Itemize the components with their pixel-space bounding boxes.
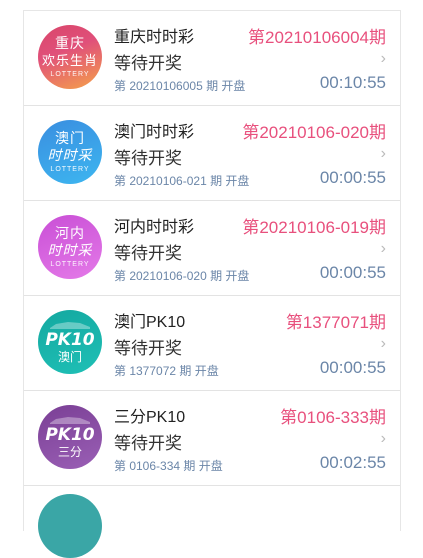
chevron-right-icon: ›: [380, 430, 386, 447]
race-car-icon: [50, 417, 90, 424]
next-draw-label: 第 20210106-020 期 开盘: [114, 269, 250, 283]
lottery-name: 重庆时时彩: [114, 29, 195, 46]
draw-status: 等待开奖: [114, 54, 182, 73]
logo-badge: PK10: [45, 425, 95, 445]
logo-line2: 欢乐生肖: [41, 54, 98, 69]
logo-line3: LOTTERY: [50, 71, 90, 78]
lottery-item-macau-pk10[interactable]: PK10 澳门 澳门PK10 第1377071期 等待开奖 › 第 137707…: [24, 296, 400, 391]
next-draw-label: 第 1377072 期 开盘: [114, 364, 219, 378]
countdown-timer: 00:10:55: [319, 73, 386, 92]
partial-lottery-logo-icon: [38, 494, 102, 558]
macau-ssc-logo-icon: 澳门 时时采 LOTTERY: [38, 120, 102, 184]
current-period: 第1377071期: [285, 313, 386, 332]
countdown-timer: 00:00:55: [319, 358, 386, 377]
countdown-timer: 00:00:55: [319, 168, 386, 187]
logo-line1: 河内: [55, 226, 85, 242]
draw-status: 等待开奖: [114, 149, 182, 168]
logo-sub: 澳门: [57, 350, 82, 364]
lottery-name: 三分PK10: [114, 409, 186, 426]
logo-line1: 重庆: [55, 36, 85, 52]
logo-badge: PK10: [45, 330, 95, 350]
logo-line1: 澳门: [55, 131, 85, 147]
chongqing-lottery-logo-icon: 重庆 欢乐生肖 LOTTERY: [38, 25, 102, 89]
chevron-right-icon: ›: [380, 50, 386, 67]
next-draw-label: 第 20210106-021 期 开盘: [114, 174, 250, 188]
countdown-timer: 00:00:55: [319, 263, 386, 282]
chevron-right-icon: ›: [380, 240, 386, 257]
lottery-item-sanfen-pk10[interactable]: PK10 三分 三分PK10 第0106-333期 等待开奖 › 第 0106-…: [24, 391, 400, 486]
chevron-right-icon: ›: [380, 335, 386, 352]
logo-line3: LOTTERY: [50, 166, 90, 173]
current-period: 第20210106004期: [247, 28, 386, 47]
draw-status: 等待开奖: [114, 339, 182, 358]
draw-status: 等待开奖: [114, 434, 182, 453]
lottery-name: 澳门PK10: [114, 314, 186, 331]
race-car-icon: [50, 322, 90, 329]
hanoi-ssc-logo-icon: 河内 时时采 LOTTERY: [38, 215, 102, 279]
next-draw-label: 第 20210106005 期 开盘: [114, 79, 246, 93]
lottery-item-hanoi-ssc[interactable]: 河内 时时采 LOTTERY 河内时时彩 第20210106-019期 等待开奖…: [24, 201, 400, 296]
logo-line2: 时时采: [47, 243, 93, 259]
lottery-item-macau-ssc[interactable]: 澳门 时时采 LOTTERY 澳门时时彩 第20210106-020期 等待开奖…: [24, 106, 400, 201]
countdown-timer: 00:02:55: [319, 453, 386, 472]
sanfen-pk10-logo-icon: PK10 三分: [38, 405, 102, 469]
lottery-name: 澳门时时彩: [114, 124, 195, 141]
chevron-right-icon: ›: [380, 145, 386, 162]
current-period: 第20210106-019期: [242, 218, 386, 237]
lottery-name: 河内时时彩: [114, 219, 195, 236]
logo-line2: 时时采: [47, 148, 93, 164]
lottery-item-chongqing[interactable]: 重庆 欢乐生肖 LOTTERY 重庆时时彩 第20210106004期 等待开奖…: [24, 11, 400, 106]
next-draw-label: 第 0106-334 期 开盘: [114, 459, 223, 473]
macau-pk10-logo-icon: PK10 澳门: [38, 310, 102, 374]
lottery-item-partial[interactable]: [24, 486, 400, 558]
draw-status: 等待开奖: [114, 244, 182, 263]
logo-line3: LOTTERY: [50, 261, 90, 268]
logo-sub: 三分: [57, 445, 82, 459]
current-period: 第20210106-020期: [242, 123, 386, 142]
lottery-list: 重庆 欢乐生肖 LOTTERY 重庆时时彩 第20210106004期 等待开奖…: [23, 10, 401, 558]
current-period: 第0106-333期: [280, 408, 386, 427]
